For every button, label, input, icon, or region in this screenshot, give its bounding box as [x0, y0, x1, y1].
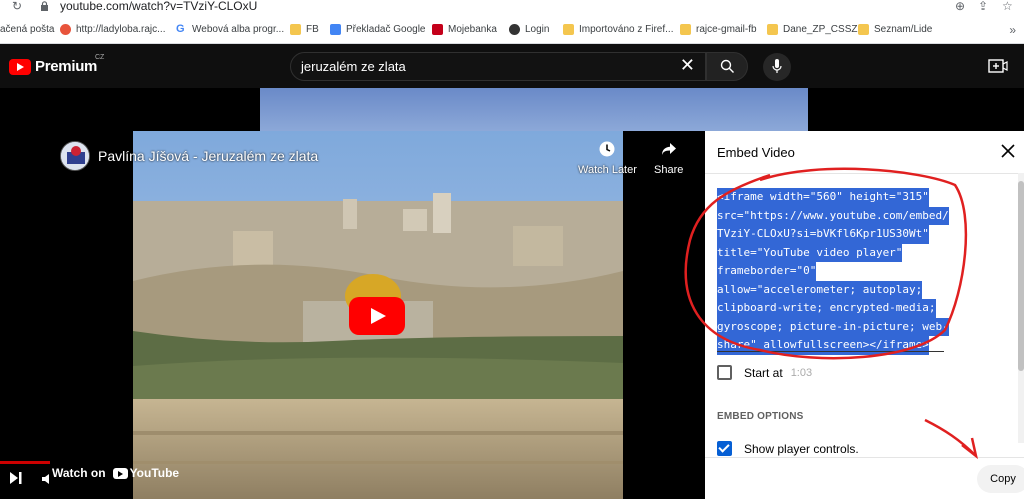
youtube-play-icon	[9, 58, 31, 75]
bookmark-item[interactable]: Seznam/Lide	[858, 24, 932, 35]
progress-bar[interactable]	[0, 461, 50, 464]
embed-code-line: gyroscope; picture-in-picture; web-	[717, 317, 949, 336]
watch-later-button[interactable]: Watch Later	[578, 141, 637, 176]
bookmark-item[interactable]: Dane_ZP_CSSZ	[767, 24, 857, 35]
share-page-icon[interactable]: ⇪	[978, 0, 988, 12]
embed-video-panel: Embed Video <iframe width="560" height="…	[705, 131, 1024, 499]
bookmark-item[interactable]: Importováno z Firef...	[563, 24, 673, 35]
microphone-icon	[772, 59, 782, 73]
screen: ↻ youtube.com/watch?v=TVziY-CLOxU ⊕ ⇪ ☆ …	[0, 0, 1024, 499]
translate-icon	[330, 24, 341, 35]
youtube-play-icon	[112, 467, 128, 479]
lock-icon	[41, 1, 48, 11]
start-at-option[interactable]: Start at 1:03	[717, 365, 812, 380]
embed-code-line: <iframe width="560" height="315"	[717, 188, 929, 207]
search-input[interactable]: jeruzalém ze zlata ✕	[290, 52, 706, 81]
google-lens-icon[interactable]: ⊕	[955, 0, 965, 12]
show-controls-option[interactable]: Show player controls.	[717, 441, 859, 456]
channel-logo-icon	[61, 142, 89, 170]
folder-icon	[680, 24, 691, 35]
embed-code-line: src="https://www.youtube.com/embed/	[717, 206, 949, 225]
bookmark-item[interactable]: Login	[509, 24, 549, 35]
share-button[interactable]: Share	[654, 141, 683, 176]
embed-code-line: allow="accelerometer; autoplay;	[717, 280, 923, 299]
youtube-header: Premium CZ jeruzalém ze zlata ✕	[0, 44, 1024, 88]
bank-icon	[432, 24, 443, 35]
folder-icon	[290, 24, 301, 35]
embed-panel-title: Embed Video	[717, 145, 795, 160]
voice-search-button[interactable]	[763, 53, 791, 81]
globe-icon	[509, 24, 520, 35]
bookmark-item[interactable]: Překladač Google	[330, 24, 426, 35]
show-controls-checkbox[interactable]	[717, 441, 732, 456]
embed-code-line: frameborder="0"	[717, 262, 817, 281]
bookmark-item[interactable]: FB	[290, 24, 319, 35]
clock-icon	[599, 141, 615, 157]
clear-search-icon[interactable]: ✕	[680, 55, 695, 76]
search-query[interactable]: jeruzalém ze zlata	[301, 59, 406, 74]
bookmark-item[interactable]: Mojebanka	[432, 24, 497, 35]
bookmark-item[interactable]: ačená pošta	[0, 24, 55, 35]
reload-icon[interactable]: ↻	[12, 0, 22, 12]
channel-avatar[interactable]	[60, 141, 90, 171]
volume-icon[interactable]	[42, 474, 51, 484]
play-button[interactable]	[349, 297, 405, 335]
copy-button[interactable]: Copy	[977, 465, 1024, 493]
divider	[705, 173, 1024, 174]
url-text[interactable]: youtube.com/watch?v=TVziY-CLOxU	[60, 0, 257, 13]
site-icon	[60, 24, 71, 35]
embed-code-line: clipboard-write; encrypted-media;	[717, 299, 936, 318]
start-at-time[interactable]: 1:03	[791, 367, 812, 379]
bookmarks-bar: ačená pošta http://ladyloba.rajc... G Web…	[0, 16, 1024, 44]
more-bookmarks-icon[interactable]: »	[1009, 23, 1016, 37]
google-icon: G	[176, 23, 185, 35]
embed-code-textarea[interactable]: <iframe width="560" height="315" src="ht…	[717, 188, 949, 355]
watch-on-youtube-link[interactable]: Watch on YouTube	[52, 466, 179, 480]
youtube-wordmark: YouTube	[112, 466, 179, 480]
youtube-logo[interactable]: Premium CZ	[9, 54, 104, 75]
scrollbar-thumb[interactable]	[1018, 181, 1024, 371]
embed-options-heading: EMBED OPTIONS	[717, 411, 804, 422]
bookmark-item[interactable]: http://ladyloba.rajc...	[60, 24, 166, 35]
folder-icon	[858, 24, 869, 35]
address-bar[interactable]: ↻ youtube.com/watch?v=TVziY-CLOxU ⊕ ⇪ ☆	[0, 0, 1024, 16]
embed-code-line: title="YouTube video player"	[717, 243, 903, 262]
bookmark-item[interactable]: G Webová alba progr...	[176, 23, 284, 36]
share-arrow-icon	[661, 143, 676, 155]
next-video-icon[interactable]	[10, 472, 22, 484]
embed-code-line: TVziY-CLOxU?si=bVKfl6Kpr1US30Wt"	[717, 225, 929, 244]
close-icon[interactable]	[1000, 143, 1016, 159]
player-video-title[interactable]: Pavlína Jíšová - Jeruzalém ze zlata	[98, 148, 318, 164]
start-at-checkbox[interactable]	[717, 365, 732, 380]
folder-icon	[767, 24, 778, 35]
bookmark-star-icon[interactable]: ☆	[1002, 0, 1013, 12]
create-video-icon[interactable]	[988, 58, 1008, 74]
textarea-underline	[717, 351, 944, 352]
panel-scrollbar[interactable]	[1018, 173, 1024, 443]
folder-icon	[563, 24, 574, 35]
search-button[interactable]	[706, 52, 748, 81]
bookmark-item[interactable]: rajce-gmail-fb	[680, 24, 757, 35]
video-thumbnail-behind	[260, 88, 808, 131]
embedded-player[interactable]: Pavlína Jíšová - Jeruzalém ze zlata Watc…	[0, 131, 705, 499]
search-icon	[720, 59, 734, 73]
